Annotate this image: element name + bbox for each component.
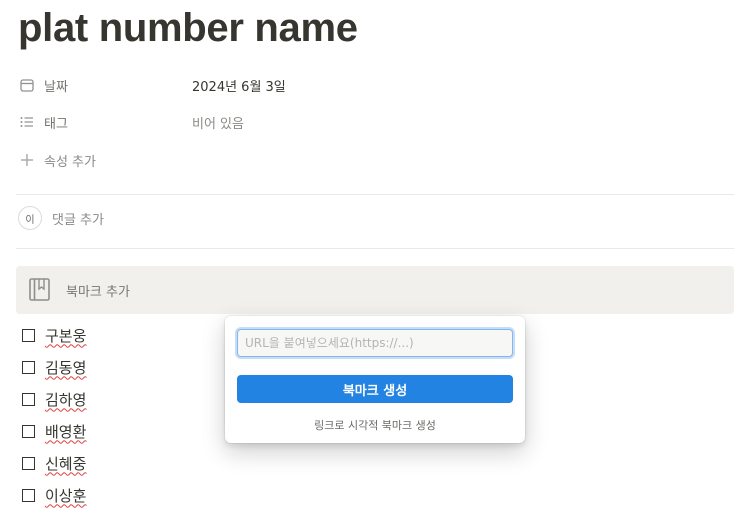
property-tags[interactable]: 태그 비어 있음: [18, 107, 718, 137]
bookmark-label: 북마크 추가: [66, 284, 130, 300]
book-icon: [28, 277, 52, 303]
url-input[interactable]: [237, 329, 513, 357]
list-icon: [18, 113, 36, 131]
todo-text[interactable]: 이상훈: [45, 485, 86, 506]
todo-item[interactable]: 김동영: [22, 356, 86, 378]
todo-checkbox[interactable]: [22, 424, 35, 438]
todo-item[interactable]: 배영환: [22, 420, 86, 442]
todo-checkbox[interactable]: [22, 488, 35, 502]
property-date-key[interactable]: 날짜: [18, 76, 192, 95]
add-property-button[interactable]: 속성 추가: [18, 151, 96, 170]
property-date[interactable]: 날짜 2024년 6월 3일: [18, 70, 718, 100]
divider: [16, 248, 734, 249]
todo-text[interactable]: 배영환: [45, 421, 86, 442]
todo-checkbox[interactable]: [22, 392, 35, 406]
todo-item[interactable]: 이상훈: [22, 484, 86, 506]
plus-icon: [18, 151, 36, 169]
todo-text[interactable]: 김동영: [45, 357, 86, 378]
todo-item[interactable]: 김하영: [22, 388, 86, 410]
bookmark-popup: 북마크 생성 링크로 시각적 북마크 생성: [225, 316, 525, 443]
todo-checkbox[interactable]: [22, 456, 35, 470]
todo-checkbox[interactable]: [22, 328, 35, 342]
create-bookmark-button[interactable]: 북마크 생성: [237, 375, 513, 403]
add-comment-placeholder[interactable]: 댓글 추가: [52, 209, 104, 228]
todo-text[interactable]: 구본웅: [45, 325, 86, 346]
property-tags-value[interactable]: 비어 있음: [192, 113, 244, 132]
add-property-label: 속성 추가: [44, 154, 96, 170]
todo-item[interactable]: 구본웅: [22, 324, 86, 346]
page-title[interactable]: plat number name: [18, 6, 358, 51]
property-date-label: 날짜: [44, 79, 68, 95]
add-property-row[interactable]: 속성 추가: [18, 145, 718, 175]
calendar-icon: [18, 76, 36, 94]
property-tags-label: 태그: [44, 116, 68, 132]
bookmark-block[interactable]: 북마크 추가: [16, 266, 734, 314]
popup-hint: 링크로 시각적 북마크 생성: [314, 419, 436, 432]
comment-row[interactable]: 이 댓글 추가: [18, 206, 104, 230]
property-tags-key[interactable]: 태그: [18, 113, 192, 132]
todo-text[interactable]: 김하영: [45, 389, 86, 410]
todo-checkbox[interactable]: [22, 360, 35, 374]
todo-item[interactable]: 신혜중: [22, 452, 86, 474]
todo-text[interactable]: 신혜중: [45, 453, 86, 474]
avatar: 이: [18, 206, 42, 230]
divider: [16, 194, 734, 195]
property-date-value[interactable]: 2024년 6월 3일: [192, 76, 286, 95]
